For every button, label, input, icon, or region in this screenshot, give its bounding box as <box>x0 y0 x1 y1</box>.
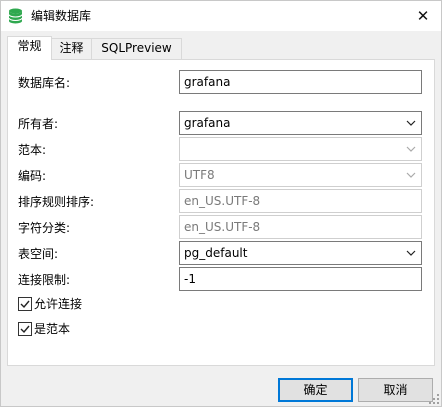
ok-button[interactable]: 确定 <box>278 378 353 402</box>
owner-select[interactable]: grafana <box>179 111 422 135</box>
encoding-select: UTF8 <box>179 163 422 187</box>
collation-value: en_US.UTF-8 <box>184 194 261 208</box>
template-select <box>179 137 422 161</box>
chevron-down-icon <box>404 112 418 134</box>
resize-grip-icon[interactable] <box>429 394 439 404</box>
cancel-button[interactable]: 取消 <box>358 378 433 402</box>
close-button[interactable]: ✕ <box>405 1 441 31</box>
check-icon <box>20 300 30 309</box>
collation-label: 排序规则排序: <box>18 195 95 209</box>
allow-connections-checkbox[interactable] <box>18 297 32 311</box>
tablespace-value: pg_default <box>184 246 248 260</box>
db-name-input[interactable]: grafana <box>179 70 422 94</box>
owner-label: 所有者: <box>18 117 59 131</box>
ctype-input: en_US.UTF-8 <box>179 215 422 239</box>
tab-general[interactable]: 常规 <box>7 36 52 60</box>
title-bar[interactable]: 编辑数据库 ✕ <box>1 1 441 31</box>
collation-input: en_US.UTF-8 <box>179 189 422 213</box>
encoding-value: UTF8 <box>184 168 215 182</box>
edit-database-dialog: 编辑数据库 ✕ 常规 注释 SQLPreview 数据库名: grafana 所… <box>0 0 442 407</box>
template-label: 范本: <box>18 143 47 157</box>
is-template-label[interactable]: 是范本 <box>34 321 70 337</box>
tablespace-label: 表空间: <box>18 247 59 261</box>
db-name-label: 数据库名: <box>18 76 71 90</box>
chevron-down-icon <box>404 164 418 186</box>
tab-comment[interactable]: 注释 <box>51 38 92 59</box>
conn-limit-value: -1 <box>184 272 196 286</box>
chevron-down-icon <box>404 138 418 160</box>
check-icon <box>20 325 30 334</box>
is-template-checkbox[interactable] <box>18 322 32 336</box>
db-name-value: grafana <box>184 75 231 89</box>
owner-value: grafana <box>184 116 231 130</box>
chevron-down-icon <box>404 242 418 264</box>
window-title: 编辑数据库 <box>31 9 92 23</box>
tablespace-select[interactable]: pg_default <box>179 241 422 265</box>
conn-limit-label: 连接限制: <box>18 273 71 287</box>
allow-connections-label[interactable]: 允许连接 <box>34 296 82 312</box>
database-icon <box>8 8 23 24</box>
conn-limit-input[interactable]: -1 <box>179 267 422 291</box>
ctype-label: 字符分类: <box>18 221 71 235</box>
tab-sqlpreview[interactable]: SQLPreview <box>91 38 182 59</box>
close-icon: ✕ <box>416 7 430 25</box>
ctype-value: en_US.UTF-8 <box>184 220 261 234</box>
encoding-label: 编码: <box>18 169 47 183</box>
